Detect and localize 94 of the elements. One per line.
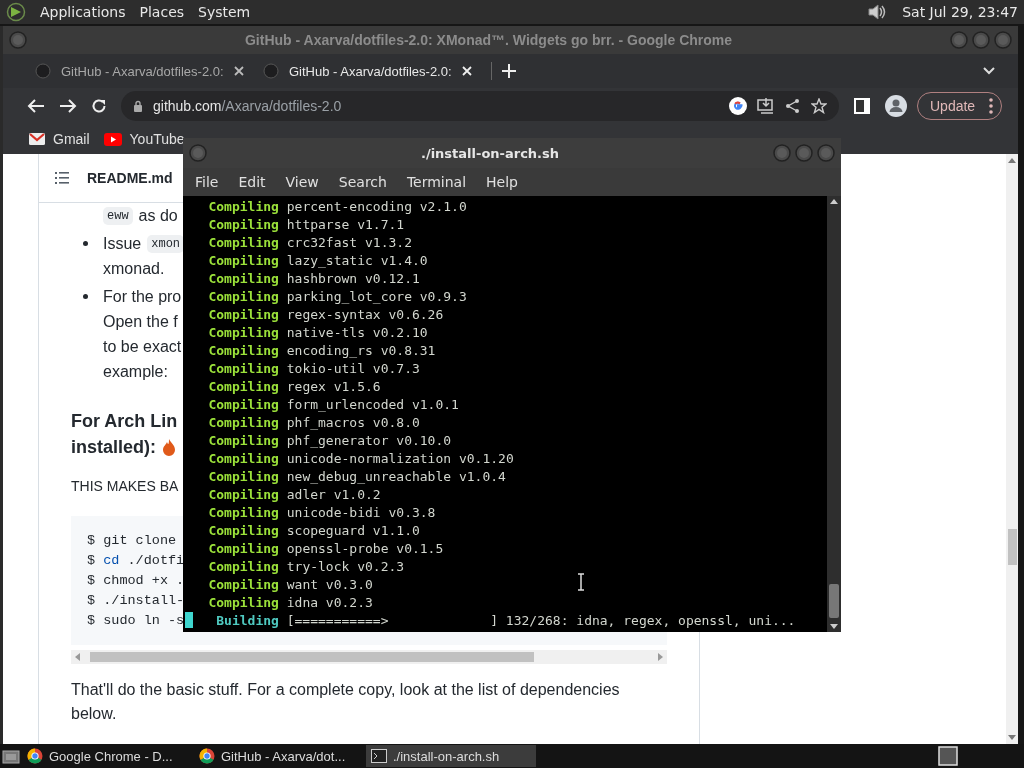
file-name: README.md (87, 170, 173, 186)
terminal-line: Compiling phf_generator v0.10.0 (207, 432, 452, 450)
terminal-line: Compiling lazy_static v1.4.0 (207, 252, 428, 270)
terminal-line: Compiling form_urlencoded v1.0.1 (207, 396, 459, 414)
text: as do (138, 206, 178, 225)
terminal-line: Compiling hashbrown v0.12.1 (207, 270, 420, 288)
text: Open the f (103, 312, 178, 331)
paragraph: That'll do the basic stuff. For a complete copy, look at the list of dependencies below. (71, 680, 621, 724)
menu-item[interactable]: Places (139, 4, 185, 20)
scroll-down-icon[interactable] (1008, 735, 1016, 740)
terminal-line: Compiling try-lock v0.2.3 (207, 558, 405, 576)
flame-icon (162, 438, 176, 456)
mail-icon (29, 133, 45, 145)
horizontal-scrollbar[interactable] (71, 650, 667, 664)
menu-item[interactable]: View (275, 174, 329, 190)
taskbar-item[interactable]: GitHub - Axarva/dot... (194, 745, 364, 767)
share-icon[interactable] (785, 98, 801, 114)
terminal-line: Compiling want v0.3.0 (207, 576, 373, 594)
show-desktop-icon[interactable] (2, 748, 20, 764)
bullet-dot (83, 241, 88, 246)
terminal-line: Compiling idna v0.2.3 (207, 594, 373, 612)
browser-tab[interactable]: GitHub - Axarva/dotfiles-2.0: (253, 56, 481, 86)
terminal-line: Compiling openssl-probe v0.1.5 (207, 540, 444, 558)
back-icon[interactable] (27, 98, 45, 114)
paragraph: THIS MAKES BA (71, 477, 179, 496)
inline-code: xmon (147, 234, 185, 253)
more-menu-icon[interactable] (989, 98, 994, 114)
terminal-line: Compiling unicode-normalization v0.1.20 (207, 450, 514, 468)
new-tab-icon[interactable] (502, 64, 516, 78)
vertical-scrollbar[interactable] (1006, 154, 1018, 744)
text: For the pro (103, 287, 182, 306)
terminal-line: Compiling regex v1.5.6 (207, 378, 381, 396)
workspace-icon[interactable] (938, 746, 958, 766)
terminal-line: Compiling crc32fast v1.3.2 (207, 234, 412, 252)
terminal-line: Compiling adler v1.0.2 (207, 486, 381, 504)
terminal-cursor (185, 612, 193, 628)
app-menu-logo-icon[interactable] (6, 2, 26, 22)
menu-item[interactable]: Edit (228, 174, 276, 190)
browser-tab[interactable]: GitHub - Axarva/dotfiles-2.0: (25, 56, 253, 86)
menu-item[interactable]: File (185, 174, 229, 190)
terminal-line: Compiling scopeguard v1.1.0 (207, 522, 420, 540)
text: xmonad. (103, 259, 165, 278)
terminal-line: Compiling httparse v1.7.1 (207, 216, 405, 234)
menu-item[interactable]: Search (328, 174, 397, 190)
google-icon[interactable] (729, 97, 747, 115)
heading: installed): (71, 436, 156, 459)
terminal-line: Compiling percent-encoding v2.1.0 (207, 198, 467, 216)
text: to be exact (103, 337, 182, 356)
install-icon[interactable] (757, 97, 775, 115)
scrollbar-thumb[interactable] (829, 584, 839, 618)
terminal-line: Compiling parking_lot_core v0.9.3 (207, 288, 467, 306)
scroll-up-icon[interactable] (830, 199, 838, 204)
window-title: GitHub - Axarva/dotfiles-2.0: XMonad™. Widgets go brr. - Google Chrome (243, 32, 734, 48)
terminal-line: Compiling native-tls v0.2.10 (207, 324, 428, 342)
close-icon[interactable] (233, 66, 244, 76)
vertical-scrollbar[interactable] (827, 196, 841, 632)
reload-icon[interactable] (91, 98, 107, 114)
scroll-down-icon[interactable] (830, 624, 838, 629)
menu-item[interactable]: System (198, 4, 251, 20)
clock[interactable]: Sat Jul 29, 23:47 (902, 4, 1018, 20)
terminal-icon (371, 749, 387, 763)
scrollbar-thumb[interactable] (90, 652, 534, 662)
heading: For Arch Lin (71, 410, 178, 433)
terminal-line: Compiling encoding_rs v0.8.31 (207, 342, 436, 360)
chevron-down-icon[interactable] (982, 66, 996, 76)
play-icon (103, 132, 122, 146)
scroll-up-icon[interactable] (1008, 158, 1016, 163)
star-icon[interactable] (811, 98, 827, 114)
address-bar[interactable]: github.com/Axarva/dotfiles-2.0 (121, 91, 839, 121)
lock-icon (133, 100, 143, 112)
forward-icon[interactable] (59, 98, 77, 114)
menu-item[interactable]: Applications (40, 4, 126, 20)
menu-item[interactable]: Help (476, 174, 528, 190)
taskbar-item[interactable]: ./install-on-arch.sh (366, 745, 536, 767)
window-title: ./install-on-arch.sh (419, 145, 561, 161)
side-panel-icon[interactable] (853, 97, 871, 115)
terminal-line: Compiling phf_macros v0.8.0 (207, 414, 420, 432)
bullet-dot (83, 294, 88, 299)
terminal-line: Compiling tokio-util v0.7.3 (207, 360, 420, 378)
inline-code: eww (103, 206, 133, 225)
chrome-icon (199, 748, 215, 764)
scrollbar-thumb[interactable] (1007, 529, 1017, 565)
taskbar-item[interactable]: Google Chrome - D... (22, 745, 192, 767)
terminal-line: Compiling new_debug_unreachable v1.0.4 (207, 468, 506, 486)
text: Issue (103, 234, 142, 253)
text-cursor-icon (577, 573, 585, 591)
bookmark[interactable]: Gmail (29, 131, 90, 147)
chrome-icon (27, 748, 43, 764)
list-icon[interactable] (55, 172, 69, 184)
terminal-line: Compiling regex-syntax v0.6.26 (207, 306, 444, 324)
text: example: (103, 362, 168, 381)
bookmark[interactable]: YouTube (103, 131, 185, 147)
menu-item[interactable]: Terminal (396, 174, 477, 190)
avatar-icon[interactable] (885, 95, 907, 117)
